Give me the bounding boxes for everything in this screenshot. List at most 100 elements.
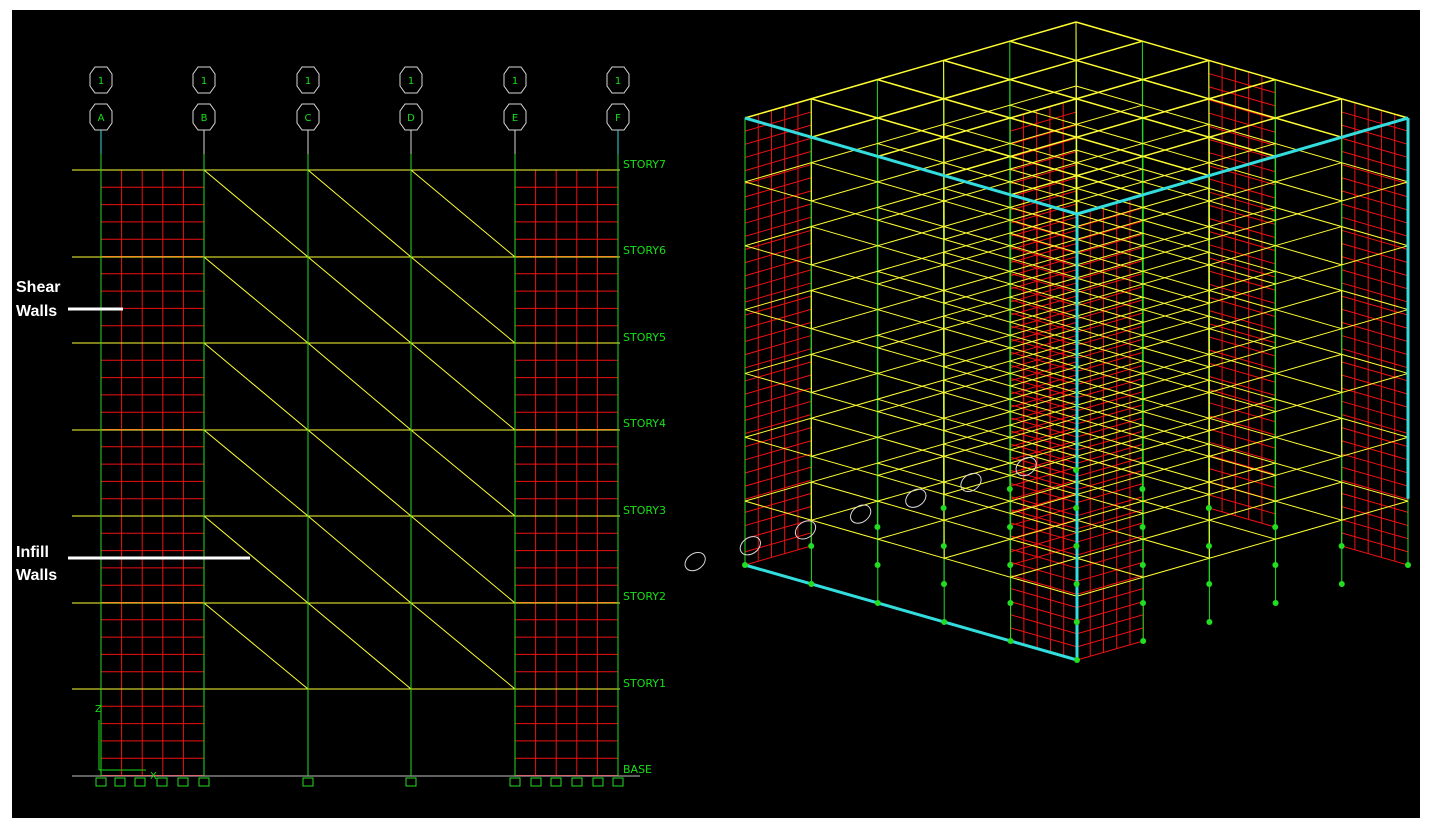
- beam-line: [1075, 405, 1409, 502]
- support-joint[interactable]: [1074, 657, 1080, 663]
- beam-line: [1009, 424, 1342, 521]
- support-joint[interactable]: [940, 505, 947, 511]
- support-joint[interactable]: [1007, 600, 1014, 606]
- support-joint[interactable]: [742, 562, 748, 568]
- annotations: Shear Walls Infill Walls: [16, 279, 250, 584]
- support-joint[interactable]: [1007, 638, 1014, 644]
- support-joint[interactable]: [874, 524, 881, 530]
- support-icon[interactable]: [302, 777, 314, 787]
- support-joint[interactable]: [1007, 524, 1013, 530]
- support-icon[interactable]: [177, 777, 189, 787]
- story-label-2[interactable]: STORY2: [623, 590, 666, 603]
- infill-diagonal: [203, 169, 309, 258]
- support-icon[interactable]: [550, 777, 562, 787]
- support-joint[interactable]: [1272, 524, 1279, 530]
- support-icon[interactable]: [405, 777, 417, 787]
- support-joint[interactable]: [1139, 562, 1146, 568]
- beam-line: [811, 296, 1143, 393]
- support-joint[interactable]: [1073, 467, 1079, 473]
- support-joint[interactable]: [1140, 600, 1146, 606]
- beam-line: [943, 78, 1276, 177]
- grid-bubble-b[interactable]: 1 B: [192, 66, 216, 154]
- shear-walls-label-line2: Walls: [16, 303, 57, 320]
- beam-line: [811, 360, 1143, 457]
- grid-bubble-3d[interactable]: [682, 549, 709, 575]
- support-joint[interactable]: [1205, 505, 1212, 511]
- story-label-1[interactable]: STORY1: [623, 677, 666, 690]
- support-joint[interactable]: [1073, 619, 1080, 625]
- support-icon[interactable]: [95, 777, 107, 787]
- story-labels: STORY7 STORY6 STORY5 STORY4 STORY3 STORY…: [623, 158, 666, 776]
- support-joint[interactable]: [1338, 543, 1345, 549]
- column-lines: [100, 154, 619, 776]
- beam-line: [1075, 149, 1409, 247]
- support-icon[interactable]: [592, 777, 604, 787]
- elevation-view: 1 A 1 B 1 C 1 D 1 E 1 F STORY7 STORY6 ST…: [16, 66, 666, 787]
- support-icon[interactable]: [571, 777, 583, 787]
- grid-bubbles: 1 A 1 B 1 C 1 D 1 E 1 F: [89, 66, 630, 154]
- support-joint[interactable]: [1206, 581, 1213, 587]
- beam-line: [811, 481, 1144, 578]
- beam-line: [1010, 289, 1342, 387]
- support-joint[interactable]: [1007, 562, 1014, 568]
- support-joint[interactable]: [1206, 543, 1212, 549]
- beam-line: [944, 334, 1276, 432]
- support-icon[interactable]: [198, 777, 210, 787]
- support-joint[interactable]: [940, 543, 947, 549]
- story-label-5[interactable]: STORY5: [623, 331, 666, 344]
- story-label-base[interactable]: BASE: [623, 763, 652, 776]
- grid-bubble-e[interactable]: 1 E: [503, 66, 527, 154]
- infill-diagonal: [307, 342, 412, 431]
- grid-bubble-bottom-label: A: [98, 113, 105, 124]
- support-joint[interactable]: [941, 581, 947, 587]
- support-joint[interactable]: [1073, 581, 1080, 587]
- support-joint[interactable]: [1206, 619, 1213, 625]
- infill-diagonal: [307, 256, 412, 344]
- grid-bubble-3d[interactable]: [737, 533, 764, 559]
- support-joint[interactable]: [1006, 486, 1013, 492]
- axis-z-label: Z: [95, 704, 102, 715]
- grid-bubble-f[interactable]: 1 F: [606, 66, 630, 154]
- story-label-3[interactable]: STORY3: [623, 504, 666, 517]
- story-label-7[interactable]: STORY7: [623, 158, 666, 171]
- grid-bubble-a[interactable]: 1 A: [89, 66, 113, 154]
- support-icon[interactable]: [156, 777, 168, 787]
- support-icon[interactable]: [134, 777, 146, 787]
- support-icon[interactable]: [509, 777, 521, 787]
- story-label-6[interactable]: STORY6: [623, 244, 666, 257]
- support-icon[interactable]: [530, 777, 542, 787]
- support-joint[interactable]: [1139, 486, 1146, 492]
- support-joint[interactable]: [1272, 600, 1279, 606]
- support-joint[interactable]: [808, 543, 815, 549]
- support-joint[interactable]: [1140, 638, 1147, 644]
- infill-diagonal: [410, 602, 516, 690]
- infill-diagonal: [203, 256, 309, 344]
- support-joint[interactable]: [1073, 543, 1080, 549]
- story-label-4[interactable]: STORY4: [623, 417, 666, 430]
- support-icon[interactable]: [114, 777, 126, 787]
- support-joint[interactable]: [1272, 562, 1279, 568]
- support-joint[interactable]: [1073, 505, 1080, 511]
- infill-diagonal: [307, 602, 412, 690]
- grid-bubble-d[interactable]: 1 D: [399, 66, 423, 154]
- grid-bubble-c[interactable]: 1 C: [296, 66, 320, 154]
- beam-line: [1009, 360, 1342, 457]
- beam-line: [744, 500, 1078, 597]
- support-joint[interactable]: [941, 619, 948, 625]
- support-joint[interactable]: [1338, 581, 1345, 587]
- grid-bubble-top-label: 1: [512, 76, 518, 87]
- grid-bubble-bottom-label: D: [407, 113, 415, 124]
- grid-bubble-top-label: 1: [408, 76, 414, 87]
- grid-bubble-3d[interactable]: [847, 501, 874, 527]
- support-joint[interactable]: [808, 581, 815, 587]
- support-icon[interactable]: [612, 777, 624, 787]
- support-joint[interactable]: [1139, 524, 1146, 530]
- support-joint[interactable]: [1405, 562, 1411, 568]
- model-canvas: 1 A 1 B 1 C 1 D 1 E 1 F STORY7 STORY6 ST…: [16, 21, 1411, 787]
- grid-bubble-3d[interactable]: [957, 470, 984, 496]
- support-joint[interactable]: [874, 600, 881, 606]
- support-joint[interactable]: [874, 562, 881, 568]
- beam-line: [877, 270, 1210, 368]
- beam-line: [1010, 481, 1342, 578]
- beam-line: [1076, 181, 1409, 279]
